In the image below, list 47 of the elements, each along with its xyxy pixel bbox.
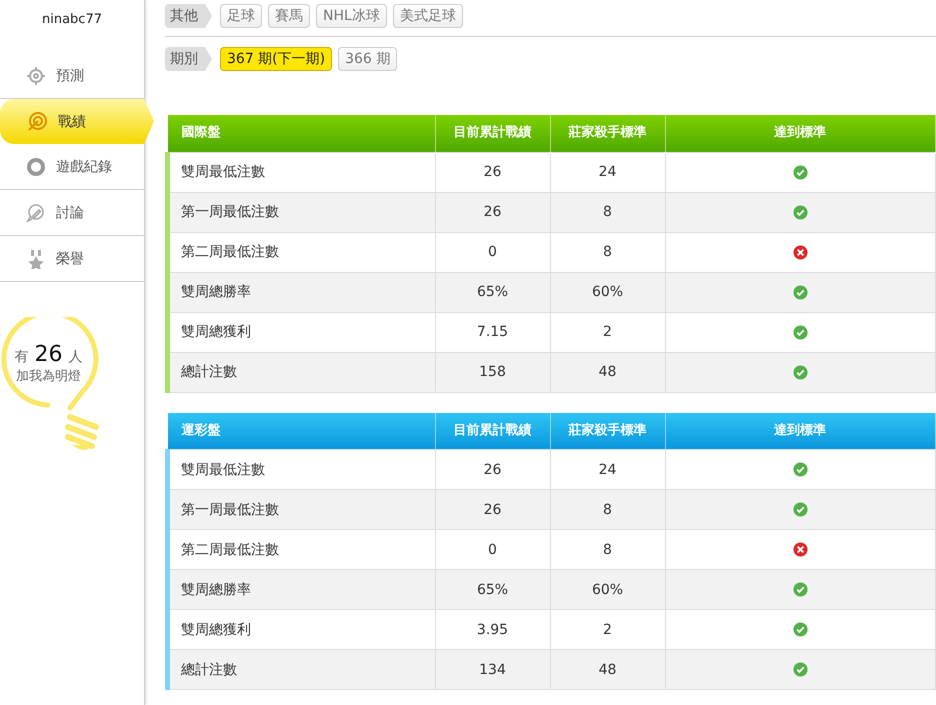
table-cell: 134 xyxy=(436,650,550,690)
nav-item[interactable]: 榮譽 xyxy=(0,236,144,282)
table-cell: 0 xyxy=(436,232,550,272)
filter-chip[interactable]: 366 期 xyxy=(338,47,398,71)
medal-icon xyxy=(26,248,46,268)
table-cell: 48 xyxy=(550,352,666,392)
column-header: 莊家殺手標準 xyxy=(550,115,666,152)
column-header: 達到標準 xyxy=(666,115,936,152)
filter-chip[interactable]: 足球 xyxy=(220,4,262,28)
filter-chip[interactable]: 美式足球 xyxy=(392,4,463,28)
table-cell: 8 xyxy=(550,232,666,272)
nav-item[interactable]: 戰績 xyxy=(0,99,154,144)
table-cell: 26 xyxy=(436,192,550,232)
table-cell: 24 xyxy=(550,152,666,192)
table-cell: 8 xyxy=(550,192,666,232)
filter-chip[interactable]: NHL冰球 xyxy=(316,4,387,28)
table-cell: 26 xyxy=(436,152,550,192)
table-cell: 總計注數 xyxy=(168,650,436,690)
column-header: 運彩盤 xyxy=(168,412,436,450)
fan-count: 26 xyxy=(34,342,62,367)
filter-chip[interactable]: 367 期(下一期) xyxy=(220,47,332,71)
filter-label: 期別 xyxy=(165,47,212,71)
filter-chip[interactable]: 賽馬 xyxy=(268,4,310,28)
column-header: 達到標準 xyxy=(666,412,936,450)
fan-caption: 加我為明燈 xyxy=(16,368,81,385)
table-cell: 60% xyxy=(550,272,666,312)
ring-icon xyxy=(26,156,46,176)
crosshair-icon xyxy=(26,66,46,86)
table-cell: 65% xyxy=(436,272,550,312)
column-header: 目前累計戰績 xyxy=(436,412,550,450)
table-cell: 48 xyxy=(550,650,666,690)
count-suffix: 人 xyxy=(68,348,82,366)
nav-item[interactable]: 預測 xyxy=(0,53,144,99)
table-cell: 總計注數 xyxy=(168,352,436,392)
column-header: 莊家殺手標準 xyxy=(550,412,666,450)
target-icon xyxy=(26,110,48,132)
table-cell: 7.15 xyxy=(436,312,550,352)
column-header: 國際盤 xyxy=(168,115,436,152)
table-cell: 2 xyxy=(550,312,666,352)
count-prefix: 有 xyxy=(14,348,28,366)
column-header: 目前累計戰績 xyxy=(436,115,550,152)
nav-item[interactable]: 遊戲紀錄 xyxy=(0,144,144,190)
nav-item[interactable]: 討論 xyxy=(0,190,144,236)
table-cell: 158 xyxy=(436,352,550,392)
username: ninabc77 xyxy=(41,11,103,29)
chat-pencil-icon xyxy=(26,202,46,222)
filter-label: 其他 xyxy=(165,4,212,28)
